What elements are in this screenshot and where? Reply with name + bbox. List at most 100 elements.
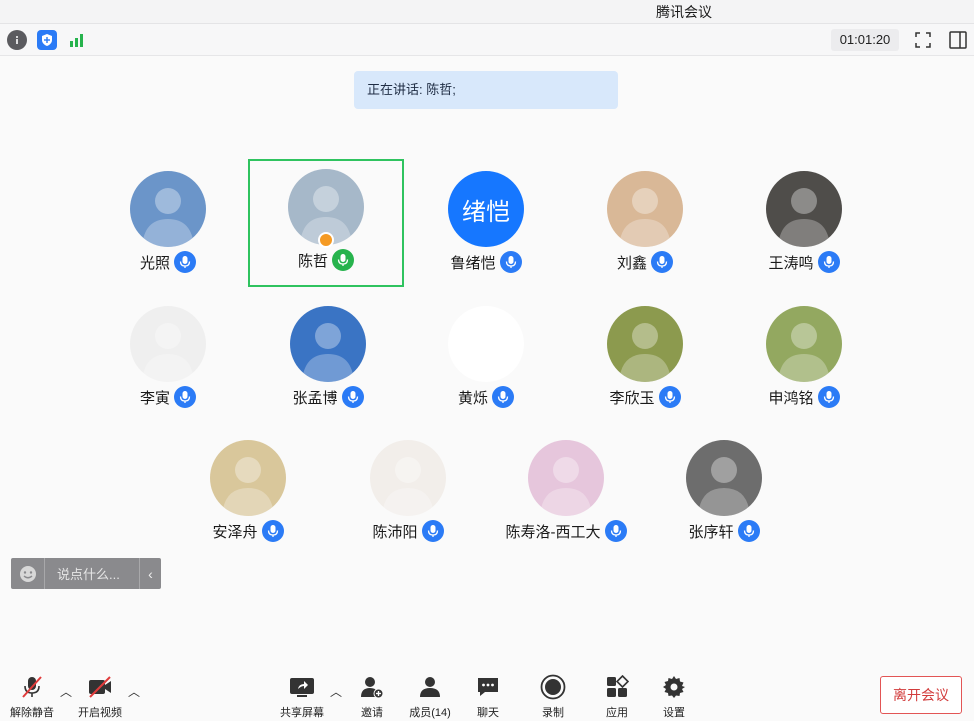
meeting-info-bar: 01:01:20	[0, 24, 974, 56]
unmute-button[interactable]: 解除静音	[4, 673, 60, 720]
add-user-icon	[358, 673, 386, 701]
participant-name: 张序轩	[688, 523, 734, 541]
mic-icon	[604, 520, 627, 542]
chat-icon	[474, 673, 502, 701]
shield-icon[interactable]	[37, 30, 57, 50]
avatar	[290, 306, 366, 382]
chat-label: 聊天	[477, 707, 499, 719]
settings-button[interactable]: 设置	[646, 673, 702, 720]
start-video-label: 开启视频	[78, 707, 122, 719]
participant-name: 陈哲	[297, 252, 328, 270]
participant-tile[interactable]: 黄烁	[408, 296, 564, 424]
participant-tile[interactable]: 刘鑫	[567, 161, 723, 289]
speaking-indicator: 正在讲话: 陈哲;	[354, 71, 618, 109]
participant-name-row: 张孟博	[250, 386, 406, 408]
participant-name: 陈沛阳	[372, 523, 418, 541]
window-title: 腾讯会议	[656, 4, 712, 20]
avatar	[766, 171, 842, 247]
invite-button[interactable]: 邀请	[344, 673, 400, 720]
participant-name-row: 安泽舟	[170, 520, 326, 542]
participant-name-row: 鲁绪恺	[408, 251, 564, 273]
mic-icon	[651, 251, 673, 273]
leave-meeting-button[interactable]: 离开会议	[880, 676, 962, 714]
participant-name: 李寅	[139, 389, 170, 407]
apps-button[interactable]: 应用	[589, 673, 645, 720]
members-icon	[416, 673, 444, 701]
participant-tile[interactable]: 陈哲	[248, 159, 404, 287]
settings-label: 设置	[663, 707, 685, 719]
participant-tile[interactable]: 申鸿铭	[726, 296, 882, 424]
mic-icon	[737, 520, 760, 542]
avatar	[210, 440, 286, 516]
participant-tile[interactable]: 光照	[90, 161, 246, 289]
gear-icon	[660, 673, 688, 701]
members-label: 成员(14)	[409, 707, 451, 719]
emoji-icon[interactable]	[11, 558, 45, 589]
mic-icon	[817, 386, 840, 408]
apps-icon	[603, 673, 631, 701]
host-badge-icon	[318, 232, 334, 248]
bottom-toolbar: 解除静音 ︿ 开启视频 ︿ 共享屏幕 ︿ 邀请 成员(14) 聊天 录制 应用 …	[0, 661, 974, 721]
avatar	[766, 306, 842, 382]
mic-icon	[658, 386, 681, 408]
participant-name-row: 黄烁	[408, 386, 564, 408]
participant-tile[interactable]: 王涛鸣	[726, 161, 882, 289]
avatar	[607, 306, 683, 382]
participant-tile[interactable]: 安泽舟	[170, 430, 326, 558]
mic-icon	[817, 251, 840, 273]
title-bar: 腾讯会议	[0, 0, 974, 24]
video-gallery: 正在讲话: 陈哲; 光照 陈哲 绪恺 鲁绪恺刘鑫 王涛鸣李寅 张孟博 黄烁 李欣玉 申鸿铭安泽舟…	[0, 56, 974, 661]
chat-quick-input[interactable]: 说点什么... ‹	[11, 558, 161, 589]
mic-icon	[261, 520, 284, 542]
record-button[interactable]: 录制	[525, 673, 581, 720]
participant-tile[interactable]: 李寅	[90, 296, 246, 424]
share-options-caret[interactable]: ︿	[330, 683, 342, 700]
participant-tile[interactable]: 陈寿洛-西工大	[488, 430, 644, 558]
participant-name: 刘鑫	[616, 254, 647, 272]
participant-name-row: 李寅	[90, 386, 246, 408]
participant-name: 黄烁	[457, 389, 488, 407]
participant-name-row: 申鸿铭	[726, 386, 882, 408]
avatar	[607, 171, 683, 247]
members-button[interactable]: 成员(14)	[402, 673, 458, 720]
participant-tile[interactable]: 张序轩	[646, 430, 802, 558]
participant-tile[interactable]: 张孟博	[250, 296, 406, 424]
sidebar-toggle-icon[interactable]	[947, 29, 969, 51]
record-icon	[539, 673, 567, 701]
participant-name-row: 王涛鸣	[726, 251, 882, 273]
mic-icon	[499, 251, 522, 273]
video-options-caret[interactable]: ︿	[128, 683, 140, 700]
participant-name: 李欣玉	[609, 389, 655, 407]
chevron-left-icon[interactable]: ‹	[139, 558, 161, 589]
participant-tile[interactable]: 绪恺 鲁绪恺	[408, 161, 564, 289]
participant-tile[interactable]: 李欣玉	[567, 296, 723, 424]
share-screen-button[interactable]: 共享屏幕	[274, 673, 330, 720]
chat-placeholder[interactable]: 说点什么...	[45, 564, 139, 583]
participant-name: 王涛鸣	[768, 254, 814, 272]
signal-icon[interactable]	[67, 30, 87, 50]
avatar	[448, 306, 524, 382]
video-off-icon	[86, 673, 114, 701]
participant-name: 光照	[139, 254, 170, 272]
invite-label: 邀请	[361, 707, 383, 719]
apps-label: 应用	[606, 707, 628, 719]
mic-on-icon	[332, 249, 354, 271]
info-icon[interactable]	[7, 30, 27, 50]
participant-name: 鲁绪恺	[450, 254, 496, 272]
participant-name: 陈寿洛-西工大	[505, 523, 601, 541]
chat-button[interactable]: 聊天	[460, 673, 516, 720]
participant-tile[interactable]: 陈沛阳	[330, 430, 486, 558]
mic-icon	[341, 386, 364, 408]
participant-name-row: 陈寿洛-西工大	[488, 520, 644, 542]
start-video-button[interactable]: 开启视频	[72, 673, 128, 720]
mic-options-caret[interactable]: ︿	[60, 683, 72, 700]
participant-name: 申鸿铭	[768, 389, 814, 407]
share-screen-label: 共享屏幕	[280, 707, 324, 719]
mic-icon	[174, 386, 196, 408]
share-screen-icon	[288, 673, 316, 701]
mic-icon	[174, 251, 196, 273]
fullscreen-icon[interactable]	[912, 29, 934, 51]
participant-name-row: 光照	[90, 251, 246, 273]
participant-name-row: 张序轩	[646, 520, 802, 542]
participant-name-row: 陈沛阳	[330, 520, 486, 542]
